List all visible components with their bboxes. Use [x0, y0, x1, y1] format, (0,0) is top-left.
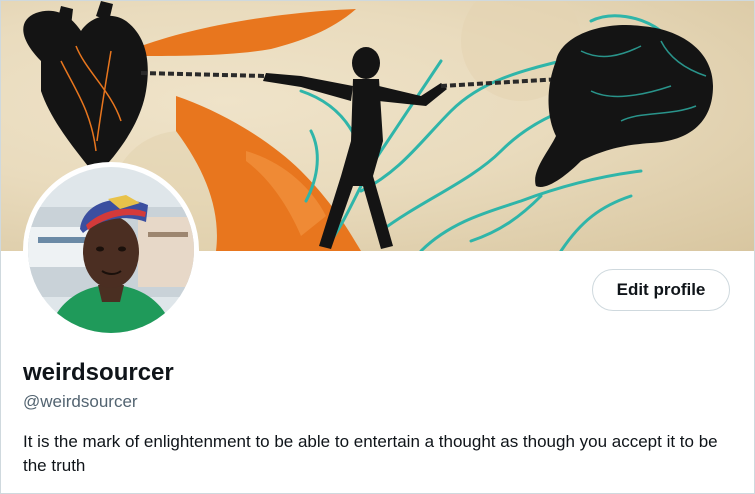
profile-bio: It is the mark of enlightenment to be ab… — [23, 432, 718, 475]
display-name: weirdsourcer — [23, 359, 174, 386]
profile-avatar[interactable] — [23, 162, 199, 338]
edit-profile-button[interactable]: Edit profile — [592, 269, 730, 311]
profile-card: Edit profile weirdsourcer @weirdsourcer … — [0, 0, 755, 494]
avatar-photo — [28, 167, 194, 333]
edit-profile-label: Edit profile — [616, 280, 706, 299]
user-handle: @weirdsourcer — [23, 392, 138, 411]
